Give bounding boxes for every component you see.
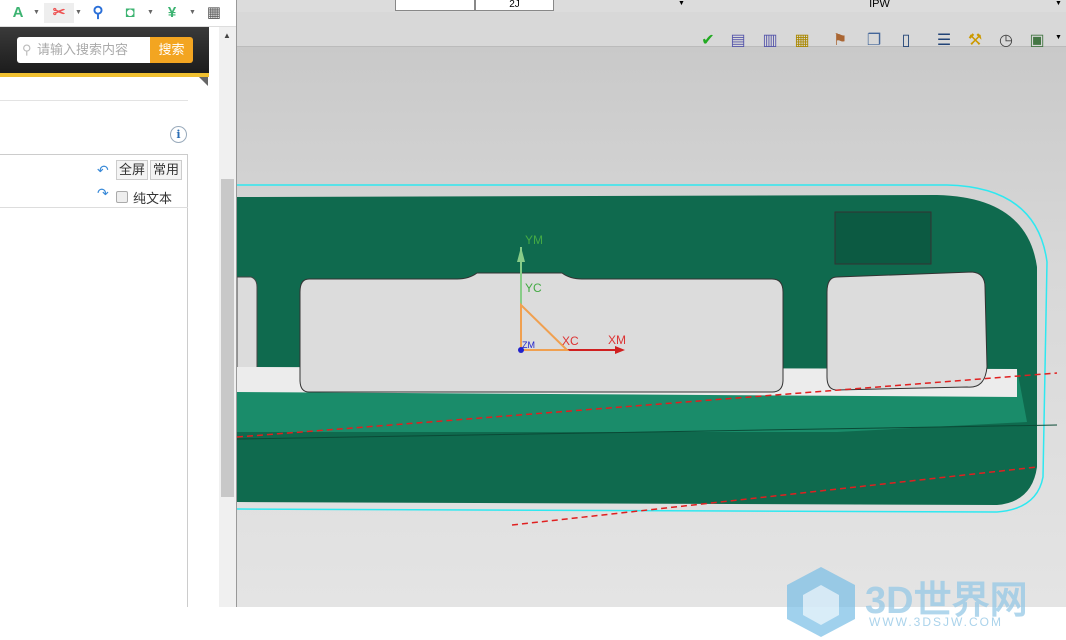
scrollbar[interactable]: ▲: [219, 27, 236, 607]
editor-box[interactable]: [0, 154, 188, 607]
plain-text-label: 纯文本: [133, 191, 173, 206]
yc-label: YC: [525, 281, 542, 295]
common-button[interactable]: 常用: [150, 160, 183, 180]
plain-text-checkbox[interactable]: [116, 191, 128, 203]
pocket: [834, 211, 932, 265]
watermark-cube-icon: [787, 567, 855, 637]
browser-toolbar: A ▼ ✂ ▼ ⚲ ◘ ▼ ¥ ▼ ▦: [0, 0, 236, 27]
field-2[interactable]: 2J: [475, 0, 554, 11]
search-header: ⚲ 请输入搜索内容 搜索: [0, 27, 209, 77]
ym-label: YM: [525, 233, 543, 247]
top-toolbar: 2J ▼ IPW ▼: [237, 0, 1066, 12]
translate-icon[interactable]: A: [8, 3, 28, 23]
divider: [0, 100, 188, 101]
search-icon[interactable]: ⚲: [88, 3, 108, 23]
apps-icon[interactable]: ▦: [204, 3, 224, 23]
fullscreen-button[interactable]: 全屏: [116, 160, 149, 180]
watermark-url: WWW.3DSJW.COM: [869, 615, 1003, 629]
shield-yen-icon[interactable]: ¥: [162, 3, 182, 23]
search-input[interactable]: ⚲ 请输入搜索内容: [17, 37, 150, 63]
browser-sidebar: A ▼ ✂ ▼ ⚲ ◘ ▼ ¥ ▼ ▦ ⚲ 请输入搜索内容 搜索 i ↶ 全屏 常用 ↷ …: [0, 0, 236, 607]
magnifier-icon: ⚲: [22, 42, 32, 57]
search-button[interactable]: 搜索: [150, 37, 193, 63]
model-view: [237, 184, 1058, 526]
scroll-up-arrow[interactable]: ▲: [223, 31, 231, 40]
xc-label: XC: [562, 334, 579, 348]
field-3[interactable]: IPW: [697, 0, 1062, 11]
watermark: 3D世界网 WWW.3DSJW.COM: [785, 565, 1028, 640]
corner-fold: [199, 77, 208, 86]
nx-window: 2J ▼ IPW ▼ ✔ ▤ ▥ ▦ ⚑ ❐ ▯ ☰ ⚒ ◷ ▣ ▼ YM YC…: [236, 0, 1066, 637]
xm-label: XM: [608, 333, 626, 347]
search-placeholder: 请输入搜索内容: [37, 42, 129, 57]
info-icon[interactable]: i: [170, 126, 187, 143]
overflow-arrow[interactable]: ▼: [1055, 34, 1062, 41]
scissors-icon[interactable]: ✂: [44, 3, 74, 23]
graphics-viewport[interactable]: YM YC XC XM ZM 3D世界网 WWW.3DSJW.COM: [237, 47, 1066, 637]
dropdown-arrow[interactable]: ▼: [1055, 0, 1062, 7]
scrollbar-thumb[interactable]: [221, 179, 234, 497]
zm-label: ZM: [522, 340, 535, 350]
field-1[interactable]: [395, 0, 475, 11]
hole-right: [826, 271, 988, 391]
undo-icon[interactable]: ↶: [97, 162, 109, 179]
nx-toolbar: ✔ ▤ ▥ ▦ ⚑ ❐ ▯ ☰ ⚒ ◷ ▣ ▼: [237, 12, 1066, 49]
redo-icon[interactable]: ↷: [97, 185, 109, 202]
dropdown-arrow[interactable]: ▼: [678, 0, 685, 7]
gamepad-icon[interactable]: ◘: [120, 3, 140, 23]
divider: [0, 207, 188, 208]
